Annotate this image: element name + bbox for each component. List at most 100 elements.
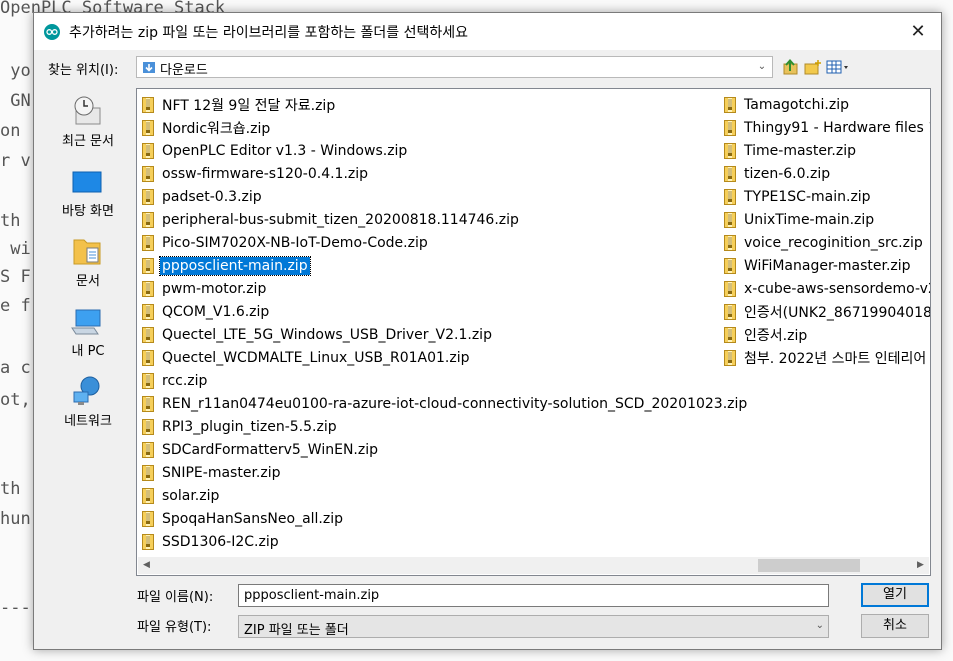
recent-places-icon	[74, 96, 101, 125]
zip-folder-icon	[142, 119, 154, 136]
file-item[interactable]: ppposclient-main.zip	[137, 254, 749, 277]
zip-folder-icon	[724, 257, 736, 274]
zip-folder-icon	[724, 349, 736, 366]
file-item[interactable]: Quectel_LTE_5G_Windows_USB_Driver_V2.1.z…	[137, 323, 749, 346]
up-folder-icon	[783, 59, 798, 75]
place-this-pc[interactable]: 내 PC	[44, 298, 132, 364]
file-name: 첨부. 2022년 스마트 인테리어	[744, 350, 927, 367]
file-item[interactable]: Tamagotchi.zip	[719, 93, 930, 116]
file-name: SDCardFormatterv5_WinEN.zip	[162, 441, 378, 458]
zip-folder-icon	[724, 303, 736, 320]
file-item[interactable]: NFT 12월 9일 전달 자료.zip	[137, 93, 749, 116]
file-item[interactable]: peripheral-bus-submit_tizen_20200818.114…	[137, 208, 749, 231]
file-item[interactable]: SSD1306-I2C.zip	[137, 530, 749, 553]
file-name: Thingy91 - Hardware files 1	[744, 119, 931, 136]
file-item[interactable]: TYPE1SC-main.zip	[719, 185, 930, 208]
file-item[interactable]: SDCardFormatterv5_WinEN.zip	[137, 438, 749, 461]
file-item[interactable]: pwm-motor.zip	[137, 277, 749, 300]
up-one-level-button[interactable]	[781, 58, 801, 76]
file-item[interactable]: ossw-firmware-s120-0.4.1.zip	[137, 162, 749, 185]
place-label: 내 PC	[71, 344, 105, 359]
file-item[interactable]: Thingy91 - Hardware files 1	[719, 116, 931, 139]
scroll-left-icon[interactable]: ◀	[138, 557, 155, 574]
zip-folder-icon	[142, 326, 154, 343]
zip-folder-icon	[142, 372, 154, 389]
zip-folder-icon	[724, 326, 736, 343]
file-item[interactable]: 인증서(UNK2_867199040180	[719, 300, 930, 323]
new-folder-button[interactable]	[803, 58, 823, 76]
file-item[interactable]: voice_recoginition_src.zip	[719, 231, 930, 254]
file-name: 인증서.zip	[744, 327, 808, 344]
zip-folder-icon	[142, 257, 154, 274]
scroll-right-icon[interactable]: ▶	[912, 557, 929, 574]
look-in-dropdown[interactable]: 다운로드 ⌄	[136, 56, 773, 78]
file-name: RPI3_plugin_tizen-5.5.zip	[162, 418, 337, 435]
file-item[interactable]: Nordic워크숍.zip	[137, 116, 749, 139]
place-network[interactable]: 네트워크	[44, 368, 132, 434]
zip-folder-icon	[142, 234, 154, 251]
filename-input[interactable]	[238, 584, 829, 607]
file-name: SpoqaHanSansNeo_all.zip	[162, 510, 344, 527]
bg-line: ---	[0, 598, 31, 618]
filetype-value: ZIP 파일 또는 폴더	[244, 623, 349, 638]
cancel-button[interactable]: 취소	[861, 614, 929, 638]
file-column-2: Tamagotchi.zip Thingy91 - Hardware files …	[719, 93, 931, 369]
file-name: OpenPLC Editor v1.3 - Windows.zip	[162, 142, 408, 159]
file-item[interactable]: WiFiManager-master.zip	[719, 254, 930, 277]
file-item[interactable]: OpenPLC Editor v1.3 - Windows.zip	[137, 139, 749, 162]
file-list[interactable]: NFT 12월 9일 전달 자료.zip Nordic워크숍.zip OpenPLC…	[136, 88, 931, 576]
file-item[interactable]: rcc.zip	[137, 369, 749, 392]
file-item[interactable]: SpoqaHanSansNeo_all.zip	[137, 507, 749, 530]
file-name: Quectel_WCDMALTE_Linux_USB_R01A01.zip	[162, 349, 470, 366]
zip-folder-icon	[724, 165, 736, 182]
filename-label: 파일 이름(N):	[137, 590, 214, 605]
file-item[interactable]: solar.zip	[137, 484, 749, 507]
close-button[interactable]: ✕	[895, 13, 941, 50]
view-menu-button[interactable]	[825, 58, 851, 76]
file-item[interactable]: Pico-SIM7020X-NB-IoT-Demo-Code.zip	[137, 231, 749, 254]
file-name: voice_recoginition_src.zip	[744, 234, 923, 251]
places-bar: 최근 문서 바탕 화면 문서 내 PC 네트워크	[44, 88, 132, 548]
horizontal-scrollbar[interactable]: ◀ ▶	[138, 557, 929, 574]
filetype-dropdown[interactable]: ZIP 파일 또는 폴더 ⌄	[238, 615, 829, 638]
file-name: padset-0.3.zip	[162, 188, 262, 205]
bg-line: hun	[0, 509, 31, 529]
file-item[interactable]: Time-master.zip	[719, 139, 930, 162]
file-name: Nordic워크숍.zip	[162, 120, 271, 137]
file-item[interactable]: x-cube-aws-sensordemo-v2	[719, 277, 930, 300]
zip-folder-icon	[142, 395, 154, 412]
file-name: SSD1306-I2C.zip	[162, 533, 279, 550]
file-item[interactable]: padset-0.3.zip	[137, 185, 749, 208]
zip-folder-icon	[142, 211, 154, 228]
downloads-folder-icon	[143, 62, 155, 73]
place-documents[interactable]: 문서	[44, 228, 132, 294]
file-item[interactable]: QCOM_V1.6.zip	[137, 300, 749, 323]
file-item[interactable]: REN_r11an0474eu0100-ra-azure-iot-cloud-c…	[137, 392, 749, 415]
place-label: 네트워크	[64, 414, 112, 429]
bg-line: th	[0, 211, 21, 231]
open-button[interactable]: 열기	[861, 583, 929, 607]
file-name: ppposclient-main.zip	[159, 255, 311, 276]
file-name: UnixTime-main.zip	[744, 211, 875, 228]
zip-folder-icon	[724, 280, 736, 297]
look-in-label: 찾는 위치(I):	[48, 63, 119, 78]
file-name: Time-master.zip	[744, 142, 856, 159]
bg-line: r v	[0, 151, 31, 171]
look-in-value: 다운로드	[160, 63, 208, 78]
file-item[interactable]: RPI3_plugin_tizen-5.5.zip	[137, 415, 749, 438]
file-item[interactable]: 인증서.zip	[719, 323, 930, 346]
place-desktop[interactable]: 바탕 화면	[44, 158, 132, 224]
place-recent[interactable]: 최근 문서	[44, 88, 132, 154]
file-name: tizen-6.0.zip	[744, 165, 831, 182]
bg-line: ot,	[0, 390, 31, 410]
file-item[interactable]: SNIPE-master.zip	[137, 461, 749, 484]
file-item[interactable]: UnixTime-main.zip	[719, 208, 930, 231]
file-name: QCOM_V1.6.zip	[162, 303, 270, 320]
file-item[interactable]: Quectel_WCDMALTE_Linux_USB_R01A01.zip	[137, 346, 749, 369]
file-item[interactable]: 첨부. 2022년 스마트 인테리어	[719, 346, 930, 369]
file-column-1: NFT 12월 9일 전달 자료.zip Nordic워크숍.zip OpenPLC…	[137, 93, 749, 553]
file-item[interactable]: tizen-6.0.zip	[719, 162, 930, 185]
file-name: ossw-firmware-s120-0.4.1.zip	[162, 165, 369, 182]
scrollbar-thumb[interactable]	[758, 559, 860, 572]
network-icon	[73, 376, 100, 405]
